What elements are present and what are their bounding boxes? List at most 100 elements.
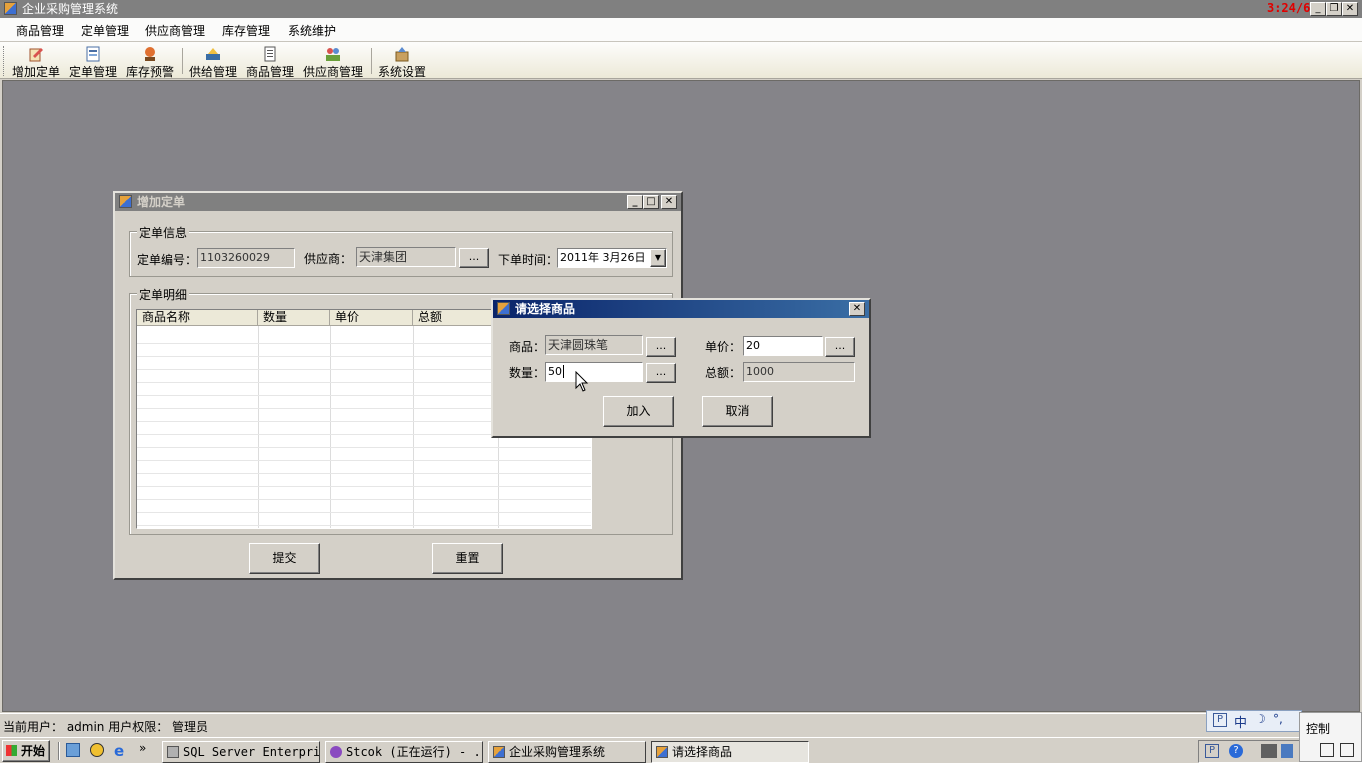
task-label: SQL Server Enterpri... [183,745,320,759]
submit-button[interactable]: 提交 [249,543,320,574]
chevron-down-icon[interactable]: ▼ [650,249,666,267]
taskbar-separator [58,742,60,760]
order-detail-label: 定单明细 [137,286,190,303]
qty-label: 数量： [509,366,546,380]
add-order-title-bar: 增加定单 _ □ ✕ [115,193,681,211]
task-select-goods[interactable]: 请选择商品 [651,741,809,763]
quicklaunch-more[interactable]: » [139,741,146,755]
add-order-icon [29,48,43,62]
task-visual-studio[interactable]: Stcok (正在运行) - ... [325,741,483,763]
maximize-icon[interactable]: □ [643,195,659,209]
dialog-title: 请选择商品 [515,302,576,316]
toolbar-goods-manage-button[interactable]: 商品管理 [244,44,296,79]
current-user-status: 当前用户： admin 用户权限： 管理员 [3,720,209,734]
price-browse-button[interactable]: ... [825,337,855,357]
menu-orders[interactable]: 定单管理 [81,22,129,39]
order-date-picker[interactable]: 2011年 3月26日 ▼ [557,248,667,268]
task-label: Stcok (正在运行) - ... [346,745,483,759]
order-manage-icon [86,46,100,62]
task-sql-server[interactable]: SQL Server Enterpri... [162,741,320,763]
cancel-button[interactable]: 取消 [702,396,773,427]
menu-stock[interactable]: 库存管理 [222,22,270,39]
grid-row-line [137,447,591,448]
help-icon[interactable]: ? [1229,744,1243,758]
show-desktop-icon[interactable] [66,743,80,757]
qq-icon[interactable] [90,743,104,757]
app-icon [4,2,17,15]
start-button[interactable]: 开始 [2,740,50,762]
minimize-icon[interactable]: _ [1310,2,1326,16]
close-icon[interactable]: ✕ [661,195,677,209]
order-date-label: 下单时间： [498,253,559,267]
toolbar-separator [182,48,183,74]
menu-bar: 商品管理 定单管理 供应商管理 库存管理 系统维护 [0,18,1362,42]
task-label: 企业采购管理系统 [509,745,606,759]
ime-control-popup[interactable]: 控制 [1299,712,1362,762]
price-label: 单价： [705,340,742,354]
close-icon[interactable]: ✕ [849,302,865,316]
ime-toolbar[interactable]: P 中 ☽ °, [1206,710,1302,732]
monitor-icon[interactable] [1281,744,1293,758]
qty-browse-button[interactable]: ... [646,363,676,383]
ime-chinese-mode[interactable]: 中 [1234,712,1247,731]
toolbar-label: 供应商管理 [302,65,363,79]
add-button[interactable]: 加入 [603,396,674,427]
dialog-title-bar: 请选择商品 ✕ [493,300,869,318]
reset-button[interactable]: 重置 [432,543,503,574]
ime-logo-icon[interactable]: P [1213,713,1227,727]
total-field: 1000 [743,362,855,382]
ime-button-icon[interactable] [1320,743,1334,757]
windows-logo-icon [6,745,17,756]
window-icon [119,195,132,208]
minimize-icon[interactable]: _ [627,195,643,209]
goods-manage-icon [264,46,276,62]
toolbar-settings-button[interactable]: 系统设置 [376,44,428,79]
toolbar-supplier-manage-button[interactable]: 供应商管理 [301,44,365,79]
app-icon [493,746,505,758]
menu-system[interactable]: 系统维护 [288,22,336,39]
grid-row-line [137,525,591,526]
ime-tray-icon[interactable]: P [1205,744,1219,758]
task-main-app[interactable]: 企业采购管理系统 [488,741,646,763]
price-input[interactable]: 20 [743,336,823,356]
qty-input[interactable]: 50 [545,362,643,382]
start-label: 开始 [20,744,45,758]
app-title-bar: 企业采购管理系统 3:24/6:50 _ ❐ ✕ [0,0,1362,18]
order-date-value: 2011年 3月26日 [560,251,646,264]
grid-header-name[interactable]: 商品名称 [137,310,258,326]
mouse-cursor-icon [575,371,589,392]
goods-label: 商品： [509,340,546,354]
visual-studio-icon [330,746,342,758]
ime-button-icon[interactable] [1340,743,1354,757]
status-bar: 当前用户： admin 用户权限： 管理员 P 中 ☽ °, [0,710,1362,737]
ie-browser-icon[interactable]: e [114,742,124,760]
toolbar-label: 增加定单 [11,65,60,79]
grid-row-line [137,460,591,461]
goods-browse-button[interactable]: ... [646,337,676,357]
restore-icon[interactable]: ❐ [1326,2,1342,16]
menu-suppliers[interactable]: 供应商管理 [145,22,205,39]
close-icon[interactable]: ✕ [1342,2,1358,16]
grid-row-line [137,499,591,500]
window-icon [497,302,510,315]
toolbar-stock-alert-button[interactable]: 库存预警 [123,44,177,79]
grid-row-line [137,512,591,513]
toolbar-label: 商品管理 [245,65,294,79]
supply-manage-icon [206,48,220,60]
menu-goods[interactable]: 商品管理 [16,22,64,39]
toolbar-supply-manage-button[interactable]: 供给管理 [187,44,239,79]
supplier-label: 供应商： [304,252,353,266]
grid-header-price[interactable]: 单价 [330,310,413,326]
ime-control-label: 控制 [1306,722,1331,736]
taskbar: 开始 e » SQL Server Enterpri... Stcok (正在运… [0,712,1362,763]
ime-halfwidth-icon[interactable]: ☽ [1255,712,1266,726]
grid-header-qty[interactable]: 数量 [258,310,330,326]
task-label: 请选择商品 [672,745,733,759]
supplier-browse-button[interactable]: ... [459,248,489,268]
toolbar-order-manage-button[interactable]: 定单管理 [67,44,119,79]
toolbar-label: 系统设置 [377,65,426,79]
toolbar-add-order-button[interactable]: 增加定单 [10,44,62,79]
supplier-manage-icon [326,48,340,61]
network-icon[interactable] [1261,744,1277,758]
ime-punct-icon[interactable]: °, [1273,712,1283,726]
